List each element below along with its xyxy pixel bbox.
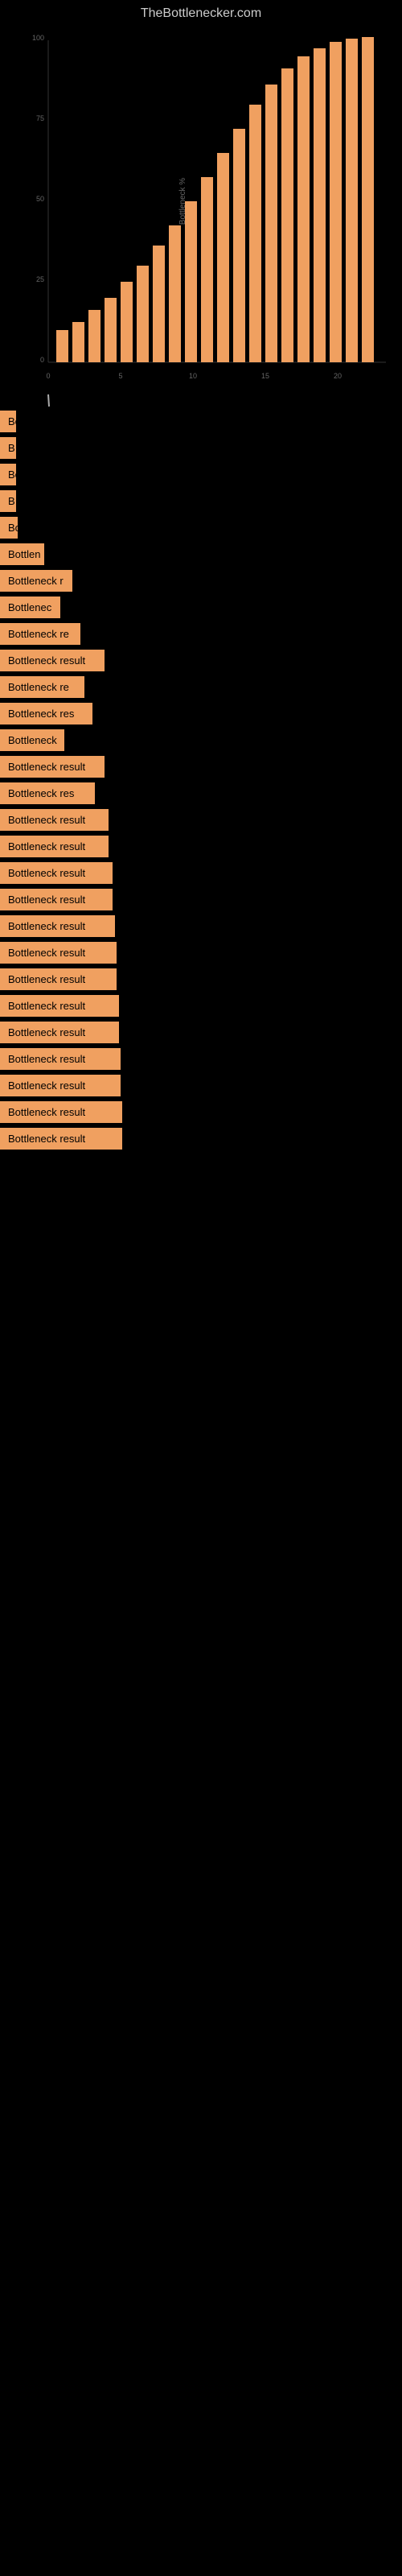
bottleneck-result-label: Bottleneck re (0, 676, 84, 698)
bottleneck-result-label: B (0, 437, 16, 459)
bottleneck-result-label: Bottleneck result (0, 889, 113, 910)
bar-chart: Bottleneck % (0, 24, 402, 411)
bottleneck-result-label: Bottleneck r (0, 570, 72, 592)
list-item: Bottleneck result (0, 995, 402, 1017)
list-item: Bottleneck res (0, 703, 402, 724)
bottleneck-result-label: Bottleneck result (0, 968, 117, 990)
list-item: Bottleneck result (0, 650, 402, 671)
svg-text:20: 20 (334, 372, 342, 380)
bottleneck-result-label: Bo (0, 517, 18, 539)
list-item: Bottleneck (0, 729, 402, 751)
svg-text:25: 25 (36, 275, 44, 283)
svg-text:10: 10 (189, 372, 197, 380)
svg-text:15: 15 (261, 372, 269, 380)
list-item: Bottleneck result (0, 809, 402, 831)
bottleneck-result-label: Bottleneck result (0, 942, 117, 964)
chart-area: Bottleneck % (0, 24, 402, 411)
bottleneck-result-label: Bottleneck result (0, 1022, 119, 1043)
list-item: Bottleneck result (0, 1101, 402, 1123)
list-item: Bottleneck result (0, 836, 402, 857)
list-item: Bottleneck result (0, 1128, 402, 1150)
bottleneck-result-label: Bottleneck result (0, 1048, 121, 1070)
svg-text:0: 0 (46, 372, 50, 380)
bottleneck-result-label: Bottleneck result (0, 862, 113, 884)
list-item: Bottleneck result (0, 942, 402, 964)
bottleneck-result-label: Bottlenec (0, 597, 60, 618)
bottleneck-result-label: Bottleneck (0, 729, 64, 751)
site-title: TheBottlenecker.com (0, 0, 402, 24)
bottleneck-result-label: Bottleneck re (0, 623, 80, 645)
bottleneck-result-label: Bottleneck result (0, 1128, 122, 1150)
list-item: B (0, 490, 402, 512)
bottleneck-result-label: B (0, 490, 16, 512)
list-item: Bottleneck result (0, 411, 402, 432)
list-item: Bottlenec (0, 597, 402, 618)
bottleneck-result-label: Bottleneck result (0, 995, 119, 1017)
list-item: Bottleneck re (0, 676, 402, 698)
bottleneck-result-label: Bottleneck res (0, 703, 92, 724)
list-item: Bottleneck r (0, 570, 402, 592)
list-item: Bottleneck result (0, 1022, 402, 1043)
list-item: B (0, 437, 402, 459)
bottleneck-result-label: Bottleneck result (0, 411, 16, 432)
bottleneck-result-label: Bottleneck result (0, 915, 115, 937)
svg-text:75: 75 (36, 114, 44, 122)
list-item: Bottleneck res (0, 782, 402, 804)
bottleneck-result-label: Bottleneck result (0, 650, 105, 671)
bottleneck-result-label: Bottleneck result (0, 1101, 122, 1123)
site-header: TheBottlenecker.com (0, 0, 402, 24)
svg-text:5: 5 (118, 372, 122, 380)
list-item: Bottleneck result (0, 968, 402, 990)
list-item: Bottleneck result (0, 1075, 402, 1096)
list-item: Bottleneck result (0, 889, 402, 910)
bottleneck-result-label: Bottleneck result (0, 836, 109, 857)
list-item: Bottleneck re (0, 623, 402, 645)
svg-text:0: 0 (40, 356, 44, 364)
svg-text:100: 100 (32, 34, 44, 42)
bottleneck-result-label: Bottleneck res (0, 782, 95, 804)
list-item: Bo (0, 517, 402, 539)
list-item: Bottlen (0, 543, 402, 565)
list-item: Bo (0, 464, 402, 485)
bottleneck-result-label: Bo (0, 464, 16, 485)
bottleneck-result-label: Bottleneck result (0, 1075, 121, 1096)
list-item: Bottleneck result (0, 915, 402, 937)
bottleneck-result-label: Bottleneck result (0, 809, 109, 831)
list-item: Bottleneck result (0, 1048, 402, 1070)
list-item: Bottleneck result (0, 756, 402, 778)
bottleneck-results-list: Bottleneck result B Bo B Bo Bottlen Bottleneck… (0, 411, 402, 1150)
bottleneck-result-label: Bottleneck result (0, 756, 105, 778)
svg-text:50: 50 (36, 195, 44, 203)
list-item: Bottleneck result (0, 862, 402, 884)
bottleneck-result-label: Bottlen (0, 543, 44, 565)
